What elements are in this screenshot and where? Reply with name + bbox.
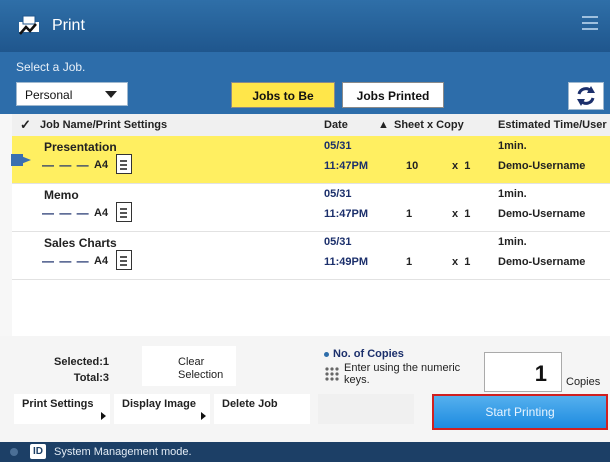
sort-asc-icon: ▲: [378, 119, 389, 131]
selected-job-icon: [11, 154, 31, 166]
page-title: Print: [52, 17, 85, 34]
header-job-name[interactable]: Job Name/Print Settings: [40, 119, 167, 131]
paper-size: A4: [94, 159, 109, 171]
copy-count: 1: [464, 256, 471, 268]
times-sign: x: [452, 160, 459, 172]
delete-job-label: Delete Job: [222, 398, 278, 410]
copies-title-text: No. of Copies: [333, 348, 404, 360]
bullet-icon: [324, 351, 329, 357]
id-icon: ID: [30, 444, 46, 459]
document-icon: [116, 202, 132, 222]
job-name: Memo: [44, 188, 79, 202]
job-user: Demo-Username: [498, 160, 586, 172]
arrow-right-icon: [101, 412, 106, 420]
clear-selection-label: Clear Selection: [178, 356, 224, 381]
job-name: Sales Charts: [44, 236, 117, 250]
check-icon: ✓: [20, 117, 31, 132]
job-sheets: 1: [406, 256, 413, 268]
job-row-memo[interactable]: Memo — — — A4 05/31 11:47PM 1 x 1 1min. …: [12, 184, 610, 232]
tab-jobs-printed[interactable]: Jobs Printed: [342, 82, 444, 108]
header-estimated-time[interactable]: Estimated Time/User Name: [498, 119, 610, 131]
print-settings-label: Print Settings: [22, 398, 94, 410]
selected-label: Selected:: [54, 356, 103, 368]
total-value: 3: [102, 372, 110, 384]
job-time: 11:47PM: [324, 160, 369, 172]
menu-icon[interactable]: [582, 16, 598, 32]
clear-selection-button[interactable]: Clear Selection: [142, 346, 236, 386]
status-bar: ID System Management mode.: [0, 442, 610, 462]
job-sheets: 10: [406, 160, 419, 172]
job-time: 11:49PM: [324, 256, 369, 268]
document-icon: [116, 154, 132, 174]
selection-count: Selected:1 Total:3: [54, 354, 109, 386]
copies-hint: Enter using the numeric keys.: [344, 362, 461, 386]
header-date[interactable]: Date: [324, 119, 348, 131]
job-copies: x 1: [452, 208, 470, 220]
display-image-button[interactable]: Display Image: [114, 394, 210, 424]
dropdown-value: Personal: [25, 88, 73, 102]
document-icon: [116, 250, 132, 270]
job-settings-dashes: — — —: [42, 254, 90, 268]
select-job-prompt: Select a Job.: [16, 60, 86, 74]
refresh-button[interactable]: [568, 82, 604, 110]
job-table-header: ✓ Job Name/Print Settings Date ▲ Sheet x…: [12, 114, 610, 137]
job-sheets: 1: [406, 208, 413, 220]
copies-title: No. of Copies: [324, 348, 404, 360]
job-time: 11:47PM: [324, 208, 369, 220]
copies-field[interactable]: 1: [484, 352, 562, 392]
paper-size: A4: [94, 255, 109, 267]
print-settings-button[interactable]: Print Settings: [14, 394, 110, 424]
job-row-sales-charts[interactable]: Sales Charts — — — A4 05/31 11:49PM 1 x …: [12, 232, 610, 280]
paper-size: A4: [94, 207, 109, 219]
status-indicator-icon: [10, 448, 18, 456]
copy-count: 1: [464, 160, 471, 172]
job-settings-dashes: — — —: [42, 206, 90, 220]
title-bar: Print: [0, 0, 610, 52]
job-copies: x 1: [452, 160, 470, 172]
job-settings-dashes: — — —: [42, 158, 90, 172]
job-row-presentation[interactable]: Presentation — — — A4 05/31 11:47PM 10 x…: [11, 136, 610, 184]
job-estimated-time: 1min.: [498, 140, 527, 152]
tab-jobs-to-be-printed[interactable]: Jobs to Be Printed: [231, 82, 335, 129]
copies-value: 1: [534, 361, 547, 386]
header-sheet-copy[interactable]: Sheet x Copy: [394, 119, 464, 131]
job-user: Demo-Username: [498, 208, 586, 220]
job-date: 05/31: [324, 140, 352, 152]
job-estimated-time: 1min.: [498, 188, 527, 200]
job-list: Presentation — — — A4 05/31 11:47PM 10 x…: [11, 136, 610, 336]
chevron-down-icon: [105, 91, 117, 98]
times-sign: x: [452, 256, 459, 268]
delete-job-button[interactable]: Delete Job: [214, 394, 310, 424]
job-date: 05/31: [324, 188, 352, 200]
numeric-keys-icon: [325, 367, 339, 381]
disabled-button: [318, 394, 414, 424]
job-name: Presentation: [44, 140, 117, 154]
total-label: Total:: [73, 372, 103, 384]
print-screen: Print Select a Job. Personal Jobs to Be …: [0, 0, 610, 462]
job-date: 05/31: [324, 236, 352, 248]
copy-count: 1: [464, 208, 471, 220]
job-estimated-time: 1min.: [498, 236, 527, 248]
refresh-icon: [577, 86, 595, 106]
print-app-icon: [19, 15, 39, 35]
selected-value: 1: [102, 356, 110, 368]
job-copies: x 1: [452, 256, 470, 268]
arrow-right-icon: [201, 412, 206, 420]
job-user: Demo-Username: [498, 256, 586, 268]
start-printing-button[interactable]: Start Printing: [432, 394, 608, 430]
status-message: System Management mode.: [54, 446, 192, 458]
copies-unit: Copies: [566, 376, 601, 388]
times-sign: x: [452, 208, 459, 220]
display-image-label: Display Image: [122, 398, 196, 410]
job-owner-dropdown[interactable]: Personal: [16, 82, 128, 106]
